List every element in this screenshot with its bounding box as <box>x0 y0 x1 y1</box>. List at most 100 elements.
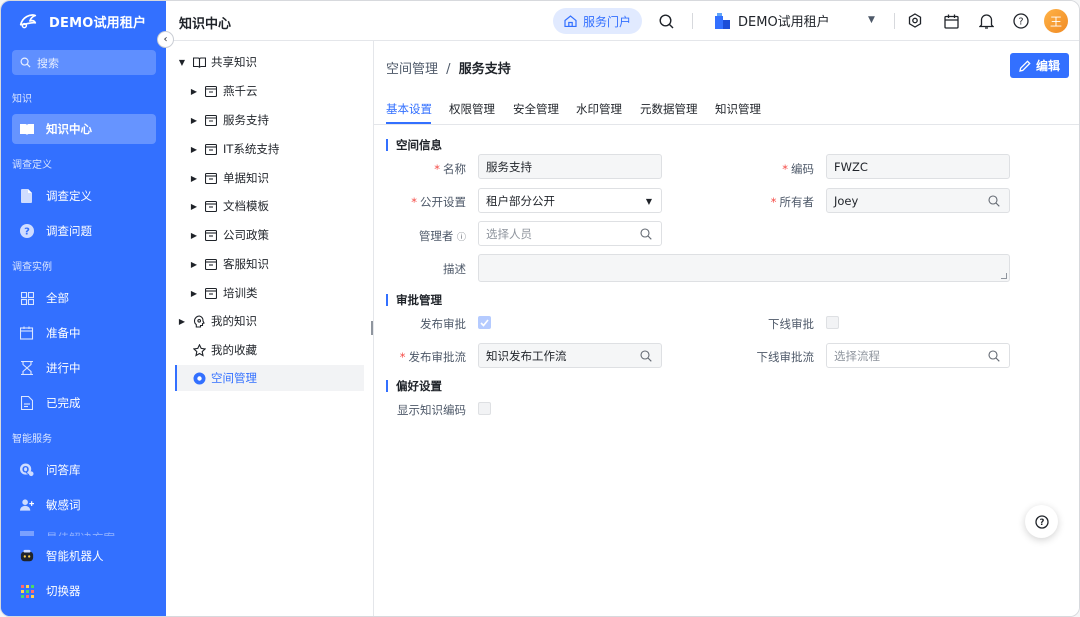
tree-node-doc-templates[interactable]: ▶ 文档模板 <box>188 193 376 219</box>
caret-right-icon[interactable]: ▶ <box>188 260 200 269</box>
caret-right-icon[interactable]: ▶ <box>188 87 200 96</box>
calendar-button[interactable] <box>942 12 960 30</box>
header-search-button[interactable] <box>657 12 675 30</box>
collapse-sidebar-button[interactable]: ‹ <box>157 31 174 48</box>
floating-help-button[interactable]: ? <box>1025 505 1058 538</box>
tab-bar: 基本设置 权限管理 安全管理 水印管理 元数据管理 知识管理 <box>374 93 1079 125</box>
tenant-switcher[interactable]: DEMO试用租户 <box>715 11 830 30</box>
sidebar-item-survey-definition[interactable]: 调查定义 <box>12 181 156 211</box>
publish-flow-label: * 发布审批流 <box>399 350 466 364</box>
grid-icon <box>20 291 34 305</box>
tree-node-ticket-knowledge[interactable]: ▶ 单据知识 <box>188 165 376 191</box>
show-code-checkbox[interactable] <box>478 402 491 415</box>
sidebar-item-completed[interactable]: 已完成 <box>12 388 156 418</box>
tree-node-space-management[interactable]: 空间管理 <box>175 365 364 391</box>
brand[interactable]: DEMO试用租户 <box>1 1 166 41</box>
breadcrumb-separator: / <box>446 62 451 77</box>
sidebar-item-sensitive-words[interactable]: 敏感词 <box>12 490 156 520</box>
knowledge-tree: ▼ 共享知识 ▶ 燕千云 ▶ 服务支持 ▶ IT系统支持 ▶ 单据知识 ▶ 文档… <box>166 41 376 616</box>
service-portal-button[interactable]: 服务门户 <box>553 8 642 34</box>
sidebar-item-label: 调查问题 <box>46 224 92 238</box>
edit-button[interactable]: 编辑 <box>1010 53 1069 78</box>
offline-approval-label: 下线审批 <box>768 317 814 331</box>
tree-node-yanqianyun[interactable]: ▶ 燕千云 <box>188 78 376 104</box>
publish-flow-field[interactable]: 知识发布工作流 <box>478 343 662 368</box>
brand-logo-icon <box>19 14 37 29</box>
panel-resize-handle[interactable] <box>371 321 373 335</box>
svg-text:Q: Q <box>22 464 29 474</box>
page-title: 知识中心 <box>179 17 232 32</box>
tab-basic-settings[interactable]: 基本设置 <box>386 101 432 117</box>
sidebar-item-label: 问答库 <box>46 463 81 477</box>
tab-watermark[interactable]: 水印管理 <box>576 101 622 117</box>
tab-knowledge[interactable]: 知识管理 <box>715 101 761 117</box>
search-icon <box>658 13 673 28</box>
sidebar-search-input[interactable]: 搜索 <box>12 50 156 75</box>
tree-node-favorites[interactable]: 我的收藏 <box>176 337 364 363</box>
section-preference: 偏好设置 <box>386 380 442 392</box>
caret-right-icon[interactable]: ▶ <box>188 289 200 298</box>
sidebar-item-switcher[interactable]: 切换器 <box>12 576 156 606</box>
search-icon[interactable] <box>987 349 1001 363</box>
caret-right-icon[interactable]: ▶ <box>188 231 200 240</box>
help-button[interactable]: ? <box>1012 12 1030 30</box>
tree-node-my-knowledge[interactable]: ▶ 我的知识 <box>176 308 364 334</box>
admin-field[interactable]: 选择人员 <box>478 221 662 246</box>
sidebar-item-preparing[interactable]: 准备中 <box>12 318 156 348</box>
tree-node-shared-knowledge[interactable]: ▼ 共享知识 <box>176 49 364 75</box>
sidebar-item-knowledge-center[interactable]: 知识中心 <box>12 114 156 144</box>
sidebar-item-in-progress[interactable]: 进行中 <box>12 353 156 383</box>
search-icon[interactable] <box>639 227 653 241</box>
caret-right-icon[interactable]: ▶ <box>188 174 200 183</box>
svg-text:?: ? <box>1039 518 1044 528</box>
publish-approval-checkbox[interactable] <box>478 316 491 329</box>
pencil-icon <box>1019 59 1031 72</box>
description-textarea[interactable] <box>478 254 1010 282</box>
sidebar-item-survey-question[interactable]: ? 调查问题 <box>12 216 156 246</box>
caret-down-icon: ▼ <box>645 197 652 206</box>
breadcrumb-parent[interactable]: 空间管理 <box>386 62 438 77</box>
code-field[interactable]: FWZC <box>826 154 1010 179</box>
description-label: 描述 <box>443 262 466 276</box>
section-space-info: 空间信息 <box>386 139 442 151</box>
name-field[interactable]: 服务支持 <box>478 154 662 179</box>
tab-metadata[interactable]: 元数据管理 <box>640 101 698 117</box>
caret-right-icon[interactable]: ▶ <box>176 317 188 326</box>
owner-field[interactable]: Joey <box>826 188 1010 213</box>
edit-button-label: 编辑 <box>1035 59 1060 73</box>
resize-grip-icon[interactable] <box>1001 273 1007 279</box>
offline-flow-field[interactable]: 选择流程 <box>826 343 1010 368</box>
settings-button[interactable] <box>906 12 924 30</box>
caret-right-icon[interactable]: ▶ <box>188 116 200 125</box>
search-icon <box>20 57 31 68</box>
folder-box-icon <box>204 142 218 156</box>
calendar-clock-icon <box>20 326 34 340</box>
tree-node-company-policy[interactable]: ▶ 公司政策 <box>188 222 376 248</box>
sidebar-item-qa-library[interactable]: Q 问答库 <box>12 455 156 485</box>
search-icon[interactable] <box>639 349 653 363</box>
sidebar-item-robot[interactable]: 智能机器人 <box>12 541 156 571</box>
user-avatar[interactable]: 王 <box>1044 9 1068 33</box>
notifications-button[interactable] <box>977 12 995 30</box>
tree-node-service-support[interactable]: ▶ 服务支持 <box>188 107 376 133</box>
tree-node-label: 空间管理 <box>211 371 257 385</box>
caret-down-icon[interactable]: ▼ <box>868 15 875 25</box>
search-icon[interactable] <box>987 194 1001 208</box>
caret-right-icon[interactable]: ▶ <box>188 145 200 154</box>
caret-right-icon[interactable]: ▶ <box>188 202 200 211</box>
sidebar-item-all[interactable]: 全部 <box>12 283 156 313</box>
chevron-left-icon: ‹ <box>163 34 168 45</box>
offline-approval-checkbox[interactable] <box>826 316 839 329</box>
breadcrumb: 空间管理 / 服务支持 <box>386 58 511 77</box>
folder-box-icon <box>204 199 218 213</box>
gear-icon <box>908 13 922 28</box>
tab-permission[interactable]: 权限管理 <box>449 101 495 117</box>
caret-down-icon[interactable]: ▼ <box>176 58 188 67</box>
offline-flow-label: 下线审批流 <box>756 350 815 364</box>
tree-node-label: 文档模板 <box>223 199 269 213</box>
tree-node-it-support[interactable]: ▶ IT系统支持 <box>188 136 376 162</box>
tree-node-training[interactable]: ▶ 培训类 <box>188 280 376 306</box>
tab-security[interactable]: 安全管理 <box>513 101 559 117</box>
public-setting-select[interactable]: 租户部分公开 ▼ <box>478 188 662 213</box>
tree-node-cs-knowledge[interactable]: ▶ 客服知识 <box>188 251 376 277</box>
